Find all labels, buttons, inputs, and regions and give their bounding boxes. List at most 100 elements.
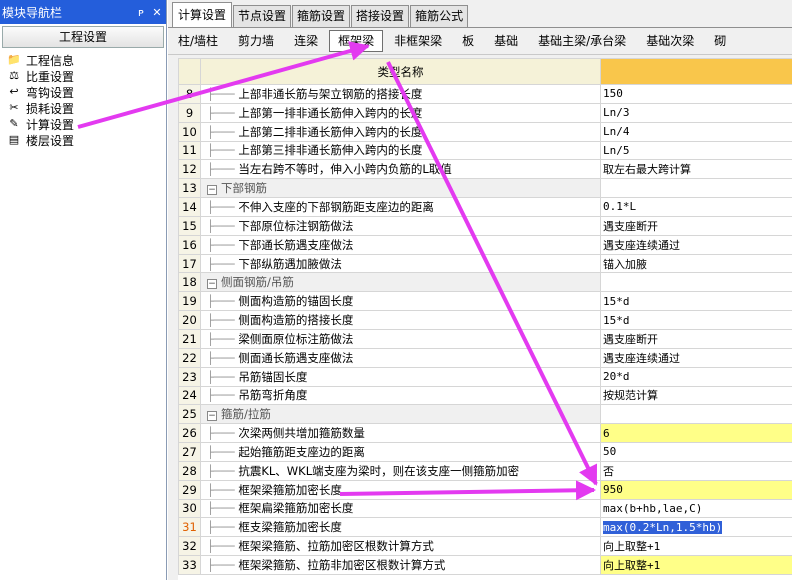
row-value-cell[interactable]: 锚入加腋: [600, 253, 792, 274]
nav-item[interactable]: ✂ 损耗设置: [0, 100, 166, 116]
row-value-cell[interactable]: 向上取整+1: [600, 555, 792, 575]
grid-header-number: [178, 58, 201, 85]
tab[interactable]: 箍筋设置: [292, 5, 351, 27]
table-row[interactable]: 15 ├─── 下部原位标注钢筋做法 遇支座断开: [178, 215, 792, 236]
row-value: 向上取整+1: [603, 540, 661, 554]
row-value-cell[interactable]: [600, 272, 792, 293]
table-row[interactable]: 9 ├─── 上部第一排非通长筋伸入跨内的长度 Ln/3: [178, 102, 792, 123]
row-value-cell[interactable]: 遇支座连续通过: [600, 347, 792, 368]
row-value-cell[interactable]: max(b+hb,lae,C): [600, 498, 792, 519]
component-tab[interactable]: 非框架梁: [385, 30, 451, 52]
table-row[interactable]: 24 ├─── 吊筋弯折角度 按规范计算: [178, 385, 792, 406]
tab[interactable]: 箍筋公式: [410, 5, 469, 27]
row-name: 下部钢筋: [221, 181, 267, 196]
row-value-cell[interactable]: 按规范计算: [600, 385, 792, 406]
collapse-icon[interactable]: −: [207, 185, 217, 196]
row-number: 25: [178, 404, 201, 425]
nav-item[interactable]: 📁 工程信息: [0, 52, 166, 68]
nav-section-header[interactable]: 工程设置: [2, 26, 164, 48]
tab[interactable]: 节点设置: [233, 5, 292, 27]
row-number: 18: [178, 272, 201, 293]
component-tab[interactable]: 连梁: [285, 30, 327, 52]
row-value-cell[interactable]: 20*d: [600, 366, 792, 387]
component-tab[interactable]: 剪力墙: [229, 30, 283, 52]
row-value-cell[interactable]: max(0.2*Ln,1.5*hb): [600, 517, 792, 538]
table-row[interactable]: 14 ├─── 不伸入支座的下部钢筋距支座边的距离 0.1*L: [178, 197, 792, 217]
table-row[interactable]: 28 ├─── 抗震KL、WKL端支座为梁时，则在该支座一侧箍筋加密否: [178, 460, 792, 481]
table-row[interactable]: 30 ├─── 框架扁梁箍筋加密长度 max(b+hb,lae,C): [178, 498, 792, 519]
table-row[interactable]: 23 ├─── 吊筋锚固长度 20*d: [178, 366, 792, 387]
row-value-cell[interactable]: 0.1*L: [600, 197, 792, 217]
table-row[interactable]: 31 ├─── 框支梁箍筋加密长度 max(0.2*Ln,1.5*hb): [178, 517, 792, 538]
nav-item[interactable]: ▤ 楼层设置: [0, 132, 166, 148]
row-value-cell[interactable]: 遇支座断开: [600, 215, 792, 236]
row-value-cell[interactable]: 15*d: [600, 291, 792, 312]
table-row[interactable]: 33 ├─── 框架梁箍筋、拉筋非加密区根数计算方式 向上取整+1: [178, 555, 792, 575]
row-value-cell[interactable]: 遇支座断开: [600, 328, 792, 349]
table-row[interactable]: 20 ├─── 侧面构造筋的搭接长度 15*d: [178, 310, 792, 330]
table-row[interactable]: 32 ├─── 框架梁箍筋、拉筋加密区根数计算方式 向上取整+1: [178, 536, 792, 557]
row-number: 16: [178, 234, 201, 255]
row-name-cell: ├─── 上部非通长筋与架立钢筋的搭接长度: [200, 84, 601, 104]
table-row[interactable]: 12 ├─── 当左右跨不等时，伸入小跨内负筋的L取值 取左右最大跨计算: [178, 159, 792, 180]
close-icon[interactable]: ✕: [150, 6, 164, 19]
table-row[interactable]: 27 ├─── 起始箍筋距支座边的距离 50: [178, 442, 792, 462]
table-row[interactable]: 19 ├─── 侧面构造筋的锚固长度 15*d: [178, 291, 792, 312]
tab[interactable]: 计算设置: [172, 2, 233, 27]
row-name: 次梁两侧共增加箍筋数量: [238, 426, 365, 441]
row-value-cell[interactable]: 遇支座连续通过: [600, 234, 792, 255]
row-value-cell[interactable]: 50: [600, 442, 792, 462]
component-tab[interactable]: 基础次梁: [637, 30, 703, 52]
row-value-cell[interactable]: 150: [600, 84, 792, 104]
row-value-cell[interactable]: 向上取整+1: [600, 536, 792, 557]
group-row[interactable]: 13− 下部钢筋: [178, 178, 792, 199]
row-value: 取左右最大跨计算: [603, 163, 691, 177]
table-row[interactable]: 16 ├─── 下部通长筋遇支座做法 遇支座连续通过: [178, 234, 792, 255]
row-number: 32: [178, 536, 201, 557]
collapse-icon[interactable]: −: [207, 279, 217, 290]
row-value: 15*d: [603, 294, 630, 308]
tree-line: ├───: [207, 558, 239, 573]
nav-item[interactable]: ↩ 弯钩设置: [0, 84, 166, 100]
row-value-cell[interactable]: 取左右最大跨计算: [600, 159, 792, 180]
row-value-cell[interactable]: [600, 178, 792, 199]
row-value-cell[interactable]: Ln/3: [600, 102, 792, 123]
row-value-cell[interactable]: [600, 404, 792, 425]
table-row[interactable]: 22 ├─── 侧面通长筋遇支座做法 遇支座连续通过: [178, 347, 792, 368]
component-tab[interactable]: 基础: [485, 30, 527, 52]
table-row[interactable]: 8 ├─── 上部非通长筋与架立钢筋的搭接长度 150: [178, 84, 792, 104]
settings-main-panel: 计算设置 节点设置 箍筋设置 搭接设置 箍筋公式 柱/墙柱 剪力墙 连梁 框架梁 非框架梁板基础…: [168, 0, 792, 580]
tree-line: ├───: [207, 520, 239, 535]
table-row[interactable]: 26 ├─── 次梁两侧共增加箍筋数量 6: [178, 423, 792, 444]
settings-table: 类型名称 8 ├─── 上部非通长筋与架立钢筋的搭接长度 150 9 ├─── 上部第一…: [178, 58, 792, 575]
row-value-cell[interactable]: 否: [600, 460, 792, 481]
component-tab[interactable]: 板: [453, 30, 483, 52]
row-name: 下部通长筋遇支座做法: [238, 237, 354, 252]
table-row[interactable]: 21 ├─── 梁侧面原位标注筋做法 遇支座断开: [178, 328, 792, 349]
row-value-cell[interactable]: 6: [600, 423, 792, 444]
component-tab[interactable]: 柱/墙柱: [169, 30, 227, 52]
table-row[interactable]: 17 ├─── 下部纵筋遇加腋做法 锚入加腋: [178, 253, 792, 274]
component-tab[interactable]: 框架梁: [329, 30, 384, 52]
row-name-cell: ├─── 梁侧面原位标注筋做法: [200, 328, 601, 349]
component-tab[interactable]: 基础主梁/承台梁: [529, 30, 635, 52]
collapse-icon[interactable]: −: [207, 411, 217, 422]
tab[interactable]: 搭接设置: [351, 5, 410, 27]
table-row[interactable]: 10 ├─── 上部第二排非通长筋伸入跨内的长度 Ln/4: [178, 121, 792, 142]
row-name: 框支梁箍筋加密长度: [238, 520, 342, 535]
group-row[interactable]: 25− 箍筋/拉筋: [178, 404, 792, 425]
nav-item[interactable]: ✎ 计算设置: [0, 116, 166, 132]
row-name-cell: ├─── 框架梁箍筋、拉筋加密区根数计算方式: [200, 536, 601, 557]
row-value-cell[interactable]: Ln/5: [600, 140, 792, 161]
row-value-cell[interactable]: 950: [600, 479, 792, 500]
row-name: 框架梁箍筋、拉筋加密区根数计算方式: [238, 539, 434, 554]
row-value-cell[interactable]: Ln/4: [600, 121, 792, 142]
row-value-cell[interactable]: 15*d: [600, 310, 792, 330]
component-tab[interactable]: 砌: [705, 30, 735, 52]
nav-item[interactable]: ⚖ 比重设置: [0, 68, 166, 84]
tree-line: ├───: [207, 105, 239, 120]
table-row[interactable]: 11 ├─── 上部第三排非通长筋伸入跨内的长度 Ln/5: [178, 140, 792, 161]
pin-icon[interactable]: ᴘ: [134, 6, 148, 19]
group-row[interactable]: 18− 侧面钢筋/吊筋: [178, 272, 792, 293]
table-row[interactable]: 29 ├─── 框架梁箍筋加密长度 950: [178, 479, 792, 500]
